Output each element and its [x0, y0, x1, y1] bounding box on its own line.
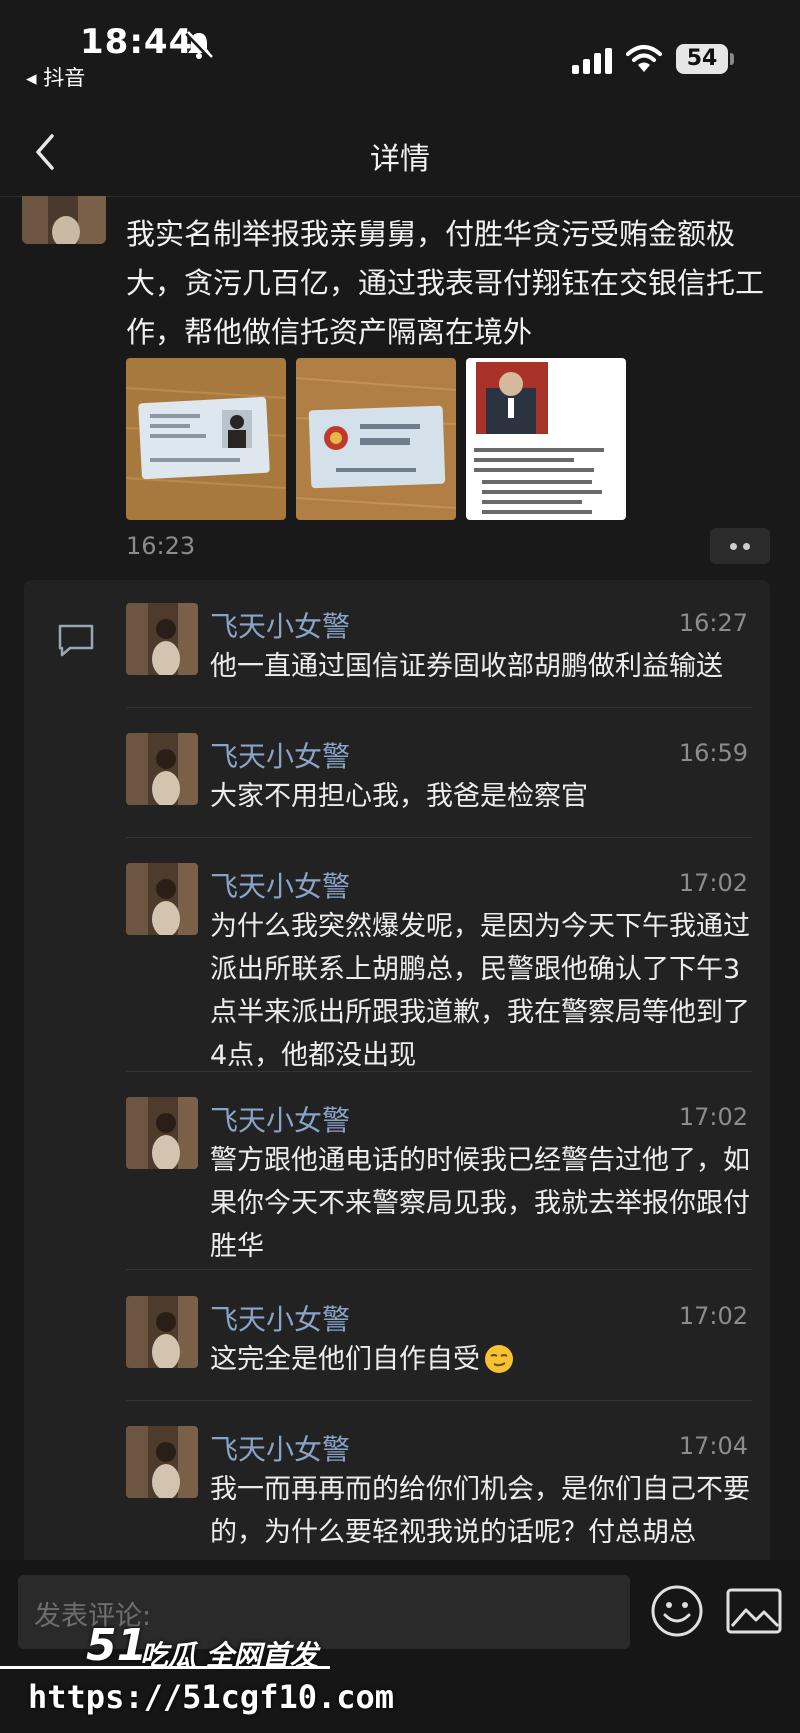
post-author-avatar[interactable] — [22, 196, 106, 244]
image-upload-icon[interactable] — [726, 1588, 782, 1634]
commenter-name[interactable]: 飞天小女警 — [210, 1428, 350, 1468]
smug-emoji-icon — [485, 1345, 513, 1373]
post-image-id-card-back[interactable] — [296, 358, 456, 520]
comment-divider — [126, 707, 752, 708]
commenter-name[interactable]: 飞天小女警 — [210, 865, 350, 905]
cellular-signal-icon — [572, 48, 612, 74]
comment-divider — [126, 1071, 752, 1072]
comment-divider — [126, 837, 752, 838]
dot-icon — [730, 543, 737, 550]
battery-tip — [730, 53, 734, 65]
watermark-underline — [0, 1666, 330, 1669]
comment-time: 16:27 — [678, 609, 748, 637]
comment-time: 17:02 — [678, 1302, 748, 1330]
battery-indicator: 54 — [676, 44, 728, 74]
commenter-avatar[interactable] — [126, 1426, 198, 1498]
comment-text-row: 这完全是他们自作自受 — [210, 1338, 758, 1381]
commenter-avatar[interactable] — [126, 733, 198, 805]
status-time: 18:44 — [80, 22, 194, 62]
commenter-name[interactable]: 飞天小女警 — [210, 1099, 350, 1139]
post-timestamp: 16:23 — [126, 532, 196, 560]
comment-text: 我一而再再而的给你们机会，是你们自己不要的，为什么要轻视我说的话呢？付总胡总 — [210, 1474, 750, 1548]
comment-text: 警方跟他通电话的时候我已经警告过他了，如果你今天不来警察局见我，我就去举报你跟付… — [210, 1145, 750, 1262]
post-image-document[interactable] — [466, 358, 626, 520]
watermark-url: https://51cgf10.com — [28, 1678, 395, 1716]
comment-divider — [126, 1269, 752, 1270]
comment-text: 这完全是他们自作自受 — [210, 1344, 480, 1375]
more-options-button[interactable] — [710, 528, 770, 564]
bell-muted-icon — [185, 31, 213, 60]
watermark-logo: 51 — [86, 1620, 148, 1671]
commenter-name[interactable]: 飞天小女警 — [210, 1298, 350, 1338]
post-image-id-card-front[interactable] — [126, 358, 286, 520]
comment-text: 他一直通过国信证券固收部胡鹏做利益输送 — [210, 651, 723, 682]
dot-icon — [743, 543, 750, 550]
commenter-avatar[interactable] — [126, 603, 198, 675]
commenter-name[interactable]: 飞天小女警 — [210, 735, 350, 775]
post-text: 我实名制举报我亲舅舅，付胜华贪污受贿金额极大，贪污几百亿，通过我表哥付翔钰在交银… — [126, 217, 765, 349]
comment-icon — [58, 624, 94, 657]
page-title: 详情 — [370, 142, 430, 177]
comment-time: 17:02 — [678, 869, 748, 897]
commenter-name[interactable]: 飞天小女警 — [210, 605, 350, 645]
comment-time: 17:04 — [678, 1432, 748, 1460]
back-to-app-link[interactable]: ◂ 抖音 — [26, 62, 85, 92]
comment-time: 16:59 — [678, 739, 748, 767]
header-divider — [0, 196, 800, 197]
commenter-avatar[interactable] — [126, 1097, 198, 1169]
commenter-avatar[interactable] — [126, 1296, 198, 1368]
comment-divider — [126, 1400, 752, 1401]
comment-text: 大家不用担心我，我爸是检察官 — [210, 781, 588, 812]
wifi-icon — [626, 45, 662, 72]
commenter-avatar[interactable] — [126, 863, 198, 935]
emoji-picker-icon[interactable] — [650, 1584, 704, 1638]
comment-time: 17:02 — [678, 1103, 748, 1131]
comment-text: 为什么我突然爆发呢，是因为今天下午我通过派出所联系上胡鹏总，民警跟他确认了下午3… — [210, 911, 750, 1071]
